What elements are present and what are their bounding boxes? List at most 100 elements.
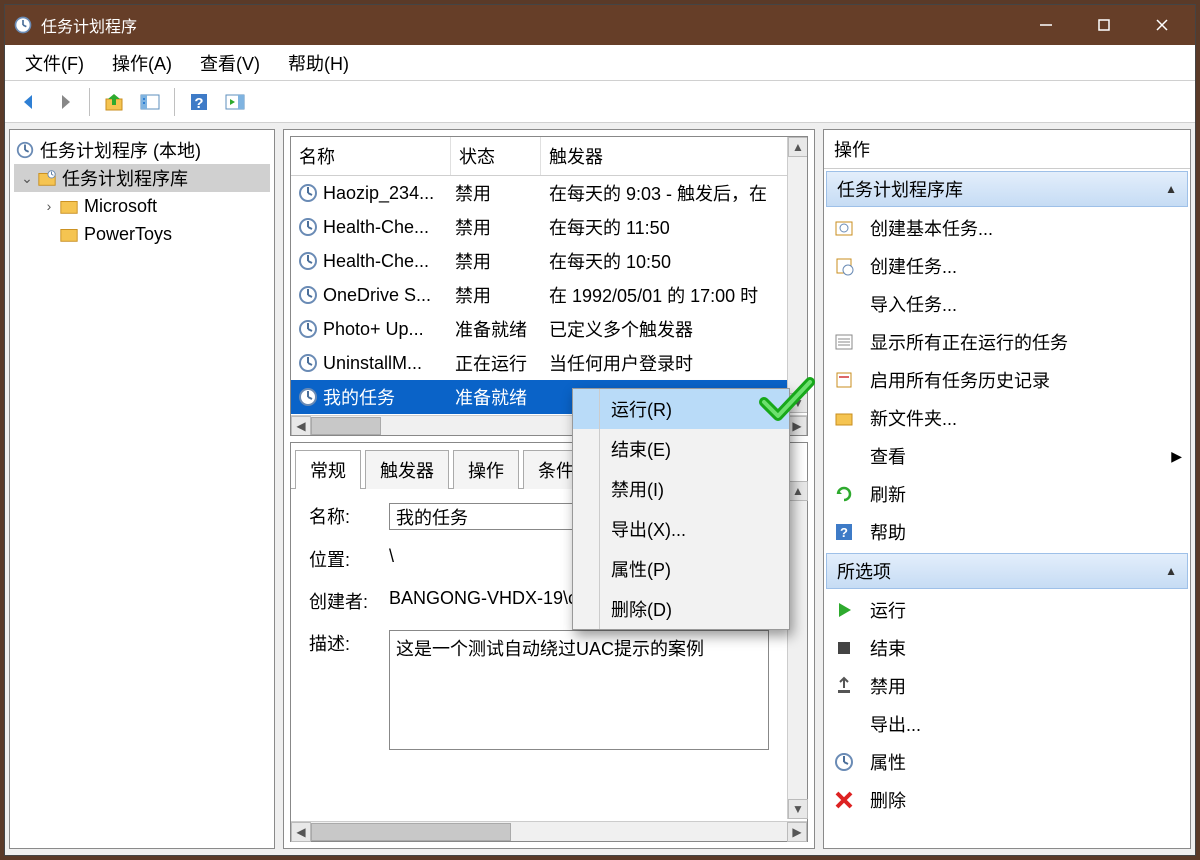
help-button[interactable]: ? bbox=[183, 86, 215, 118]
clock-icon bbox=[297, 182, 319, 204]
task-row[interactable]: Photo+ Up...准备就绪已定义多个触发器 bbox=[291, 312, 787, 346]
action-import[interactable]: 导入任务... bbox=[824, 285, 1190, 323]
input-description[interactable] bbox=[389, 630, 769, 750]
menu-action[interactable]: 操作(A) bbox=[98, 44, 186, 82]
scroll-left-arrow[interactable]: ◀ bbox=[291, 416, 311, 436]
action-properties[interactable]: 属性 bbox=[824, 743, 1190, 781]
scroll-right-arrow[interactable]: ▶ bbox=[787, 416, 807, 436]
scroll-up-arrow[interactable]: ▲ bbox=[788, 481, 808, 501]
action-run[interactable]: 运行 bbox=[824, 591, 1190, 629]
cm-delete[interactable]: 删除(D) bbox=[573, 589, 789, 629]
history-icon bbox=[832, 368, 856, 392]
actions-group-library[interactable]: 任务计划程序库▲ bbox=[826, 171, 1188, 207]
actions-group-selected[interactable]: 所选项▲ bbox=[826, 553, 1188, 589]
task-row[interactable]: Health-Che...禁用在每天的 11:50 bbox=[291, 210, 787, 244]
console-tree: 任务计划程序 (本地) ⌄ 任务计划程序库 › Microsoft PowerT… bbox=[9, 129, 275, 849]
action-help[interactable]: ?帮助 bbox=[824, 513, 1190, 551]
menu-help[interactable]: 帮助(H) bbox=[274, 44, 363, 82]
stop-icon bbox=[832, 636, 856, 660]
clock-icon bbox=[832, 750, 856, 774]
task-row[interactable]: UninstallM...正在运行当任何用户登录时 bbox=[291, 346, 787, 380]
clock-icon bbox=[297, 386, 319, 408]
actions-header: 操作 bbox=[824, 130, 1190, 169]
expand-toggle[interactable]: › bbox=[40, 198, 58, 214]
action-view[interactable]: 查看▶ bbox=[824, 437, 1190, 475]
title-bar: 任务计划程序 bbox=[5, 5, 1195, 45]
folder-icon bbox=[832, 406, 856, 430]
scroll-up-arrow[interactable]: ▲ bbox=[788, 137, 808, 157]
back-button[interactable] bbox=[13, 86, 45, 118]
action-export[interactable]: 导出... bbox=[824, 705, 1190, 743]
col-name[interactable]: 名称 bbox=[291, 137, 451, 175]
action-delete[interactable]: 删除 bbox=[824, 781, 1190, 819]
action-new-folder[interactable]: 新文件夹... bbox=[824, 399, 1190, 437]
col-status[interactable]: 状态 bbox=[451, 137, 541, 175]
tab-actions[interactable]: 操作 bbox=[453, 450, 519, 489]
details-vertical-scrollbar[interactable]: ▲ ▼ bbox=[787, 481, 807, 819]
close-button[interactable] bbox=[1133, 5, 1191, 45]
action-show-running[interactable]: 显示所有正在运行的任务 bbox=[824, 323, 1190, 361]
menu-view[interactable]: 查看(V) bbox=[186, 44, 274, 82]
clock-icon bbox=[297, 352, 319, 374]
scroll-down-arrow[interactable]: ▼ bbox=[788, 393, 808, 413]
task-icon bbox=[832, 254, 856, 278]
tree-root-label: 任务计划程序 (本地) bbox=[40, 137, 201, 163]
clock-icon bbox=[297, 318, 319, 340]
cm-disable[interactable]: 禁用(I) bbox=[573, 469, 789, 509]
action-create-task[interactable]: 创建任务... bbox=[824, 247, 1190, 285]
tab-triggers[interactable]: 触发器 bbox=[365, 450, 449, 489]
tree-microsoft[interactable]: › Microsoft bbox=[14, 192, 270, 220]
label-author: 创建者: bbox=[309, 588, 389, 614]
svg-text:?: ? bbox=[840, 525, 848, 540]
forward-button[interactable] bbox=[49, 86, 81, 118]
menu-bar: 文件(F) 操作(A) 查看(V) 帮助(H) bbox=[5, 45, 1195, 81]
play-icon bbox=[832, 598, 856, 622]
tree-library[interactable]: ⌄ 任务计划程序库 bbox=[14, 164, 270, 192]
console-tree-button[interactable] bbox=[134, 86, 166, 118]
action-enable-history[interactable]: 启用所有任务历史记录 bbox=[824, 361, 1190, 399]
action-pane-button[interactable] bbox=[219, 86, 251, 118]
context-menu: 运行(R) 结束(E) 禁用(I) 导出(X)... 属性(P) 删除(D) bbox=[572, 388, 790, 630]
cm-run[interactable]: 运行(R) bbox=[573, 389, 789, 429]
cm-end[interactable]: 结束(E) bbox=[573, 429, 789, 469]
folder-icon bbox=[58, 195, 80, 217]
tree-library-label: 任务计划程序库 bbox=[62, 165, 188, 191]
minimize-button[interactable] bbox=[1017, 5, 1075, 45]
tab-general[interactable]: 常规 bbox=[295, 450, 361, 489]
wizard-icon bbox=[832, 216, 856, 240]
action-create-basic[interactable]: 创建基本任务... bbox=[824, 209, 1190, 247]
toolbar-separator bbox=[174, 88, 175, 116]
scroll-down-arrow[interactable]: ▼ bbox=[788, 799, 808, 819]
task-row[interactable]: Haozip_234...禁用在每天的 9:03 - 触发后，在 bbox=[291, 176, 787, 210]
details-horizontal-scrollbar[interactable]: ◀ ▶ bbox=[291, 821, 807, 841]
tree-powertoys[interactable]: PowerToys bbox=[14, 220, 270, 248]
vertical-scrollbar[interactable]: ▲ ▼ bbox=[787, 137, 807, 413]
up-folder-button[interactable] bbox=[98, 86, 130, 118]
maximize-button[interactable] bbox=[1075, 5, 1133, 45]
folder-icon bbox=[58, 223, 80, 245]
disable-icon bbox=[832, 674, 856, 698]
label-location: 位置: bbox=[309, 546, 389, 572]
label-name: 名称: bbox=[309, 503, 389, 529]
scroll-right-arrow[interactable]: ▶ bbox=[787, 822, 807, 842]
clock-icon bbox=[297, 216, 319, 238]
action-refresh[interactable]: 刷新 bbox=[824, 475, 1190, 513]
action-disable[interactable]: 禁用 bbox=[824, 667, 1190, 705]
expand-toggle[interactable]: ⌄ bbox=[18, 170, 36, 187]
refresh-icon bbox=[832, 482, 856, 506]
list-header: 名称 状态 触发器 bbox=[291, 137, 807, 176]
col-trigger[interactable]: 触发器 bbox=[541, 137, 807, 175]
app-window: 任务计划程序 文件(F) 操作(A) 查看(V) 帮助(H) ? 任务计划程序 … bbox=[4, 4, 1196, 856]
svg-text:?: ? bbox=[194, 95, 203, 112]
task-row[interactable]: OneDrive S...禁用在 1992/05/01 的 17:00 时 bbox=[291, 278, 787, 312]
app-icon bbox=[13, 15, 33, 35]
tree-root[interactable]: 任务计划程序 (本地) bbox=[14, 136, 270, 164]
action-end[interactable]: 结束 bbox=[824, 629, 1190, 667]
cm-properties[interactable]: 属性(P) bbox=[573, 549, 789, 589]
cm-export[interactable]: 导出(X)... bbox=[573, 509, 789, 549]
task-row[interactable]: Health-Che...禁用在每天的 10:50 bbox=[291, 244, 787, 278]
menu-file[interactable]: 文件(F) bbox=[11, 44, 98, 82]
scroll-left-arrow[interactable]: ◀ bbox=[291, 822, 311, 842]
list-body: Haozip_234...禁用在每天的 9:03 - 触发后，在 Health-… bbox=[291, 176, 807, 414]
folder-icon bbox=[36, 167, 58, 189]
